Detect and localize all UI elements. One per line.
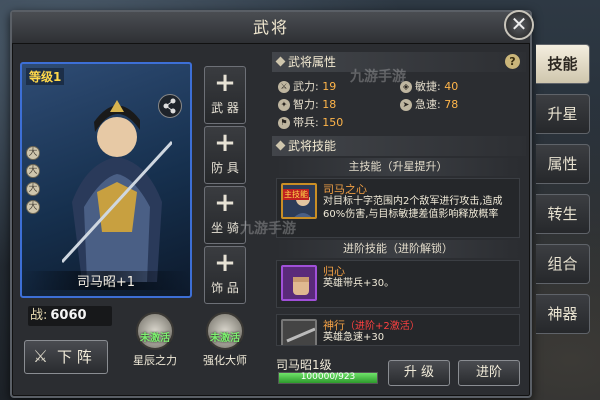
- tab-attributes[interactable]: 属性: [536, 144, 590, 184]
- speed-icon: ➤: [400, 99, 412, 111]
- exp-text: 100000/923: [300, 372, 356, 382]
- attr-label: 急速:: [415, 98, 441, 111]
- combat-power: 战: 6060: [28, 306, 112, 326]
- plus-icon: +: [214, 68, 236, 98]
- help-icon[interactable]: ?: [505, 54, 520, 69]
- remove-from-lineup-button[interactable]: ⚔ 下 阵: [24, 340, 108, 374]
- share-icon[interactable]: [158, 94, 182, 118]
- equip-slot-label: 防 具: [211, 161, 239, 175]
- enhance-master-label: 强化大师: [203, 354, 247, 367]
- star-icon: 大: [26, 146, 40, 160]
- fist-icon: [281, 265, 317, 301]
- star-power-button[interactable]: 未激活 星辰之力: [122, 312, 188, 368]
- attr-value: 40: [444, 80, 459, 93]
- window-title: 武将: [12, 12, 530, 44]
- equip-slot-label: 武 器: [211, 101, 239, 115]
- attr-label: 武力:: [293, 80, 319, 93]
- equip-slot-label: 饰 品: [211, 281, 239, 295]
- intelligence-icon: ✦: [278, 99, 290, 111]
- advance-button[interactable]: 进阶: [458, 360, 520, 386]
- watermark: 九游手游: [240, 221, 296, 237]
- main-skill-subheader: 主技能（升星提升）: [276, 158, 520, 176]
- skills-header: 武将技能: [272, 136, 526, 156]
- main-skill-desc: 对目标十字范围内2个敌军进行攻击,造成60%伤害,与目标敏捷差值影响释放概率: [323, 196, 503, 220]
- hammer-icon: 未激活: [206, 312, 244, 350]
- enhance-master-status: 未激活: [210, 333, 240, 344]
- attr-troops: ⚑ 带兵: 150: [278, 114, 343, 130]
- attr-agility: ◈ 敏捷: 40: [400, 78, 458, 94]
- attr-intelligence: ✦ 智力: 18: [278, 96, 336, 112]
- advanced-skill-subheader: 进阶技能（进阶解锁）: [276, 240, 520, 258]
- hero-portrait: [62, 100, 172, 282]
- attr-strength: ⚔ 武力: 19: [278, 78, 336, 94]
- tab-combination[interactable]: 组合: [536, 244, 590, 284]
- skills-title: 武将技能: [288, 139, 337, 153]
- tab-skills[interactable]: 技能: [536, 44, 590, 84]
- diamond-icon: [275, 140, 286, 151]
- equip-slot-weapon[interactable]: + 武 器: [204, 66, 246, 124]
- advanced-skill-2-card[interactable]: 神行（进阶+2激活） 英雄急速+30: [276, 314, 520, 346]
- star-icon: 大: [26, 200, 40, 214]
- star-power-icon: 未激活: [136, 312, 174, 350]
- plus-icon: +: [214, 248, 236, 278]
- equip-slot-accessory[interactable]: + 饰 品: [204, 246, 246, 304]
- main-skill-card[interactable]: 主技能 司马之心 对目标十字范围内2个敌军进行攻击,造成60%伤害,与目标敏捷差…: [276, 178, 520, 238]
- remove-from-lineup-label: 下 阵: [57, 348, 92, 366]
- combat-power-value: 6060: [50, 308, 87, 323]
- attr-value: 78: [444, 98, 459, 111]
- advanced-skill-1-card[interactable]: 归心 英雄带兵+30。: [276, 260, 520, 308]
- attributes-title: 武将属性: [288, 55, 337, 69]
- tab-rebirth[interactable]: 转生: [536, 194, 590, 234]
- diamond-icon: [275, 56, 286, 67]
- strength-icon: ⚔: [278, 81, 290, 93]
- attr-speed: ➤ 急速: 78: [400, 96, 458, 112]
- advanced-skill-2-icon: [281, 319, 317, 345]
- advanced-skill-2-desc: 英雄急速+30: [323, 332, 385, 343]
- hero-level-text: 司马昭1级: [276, 358, 332, 372]
- plus-icon: +: [214, 188, 236, 218]
- tab-star-up[interactable]: 升星: [536, 94, 590, 134]
- combat-power-label: 战:: [30, 308, 48, 323]
- attr-label: 敏捷:: [415, 80, 441, 93]
- star-icon: 大: [26, 182, 40, 196]
- tab-artifact[interactable]: 神器: [536, 294, 590, 334]
- plus-icon: +: [214, 128, 236, 158]
- hero-stars: 大 大 大 大: [26, 146, 40, 218]
- flag-icon: ⚑: [278, 117, 290, 129]
- close-button[interactable]: ✕: [504, 10, 534, 40]
- main-skill-tag: 主技能: [283, 189, 309, 200]
- hero-name: 司马昭+1: [22, 271, 190, 290]
- swords-icon: ⚔: [33, 347, 49, 367]
- watermark: 九游手游: [350, 69, 406, 85]
- hero-level: 等级1: [26, 68, 65, 85]
- level-up-button[interactable]: 升 级: [388, 360, 450, 386]
- star-icon: 大: [26, 164, 40, 178]
- advanced-skill-1-desc: 英雄带兵+30。: [323, 278, 395, 289]
- attr-value: 18: [322, 98, 337, 111]
- main-skill-icon: 主技能: [281, 183, 317, 219]
- exp-bar: 100000/923: [278, 372, 378, 384]
- equip-slot-label: 坐 骑: [211, 221, 239, 235]
- enhance-master-button[interactable]: 未激活 强化大师: [192, 312, 258, 368]
- equip-slot-armor[interactable]: + 防 具: [204, 126, 246, 184]
- star-power-status: 未激活: [140, 333, 170, 344]
- attr-value: 150: [322, 116, 344, 129]
- attr-value: 19: [322, 80, 337, 93]
- attr-label: 智力:: [293, 98, 319, 111]
- attr-label: 带兵:: [293, 116, 319, 129]
- star-power-label: 星辰之力: [133, 354, 177, 367]
- hero-portrait-card[interactable]: 等级1 大 大 大 大 司马昭+1: [20, 62, 192, 298]
